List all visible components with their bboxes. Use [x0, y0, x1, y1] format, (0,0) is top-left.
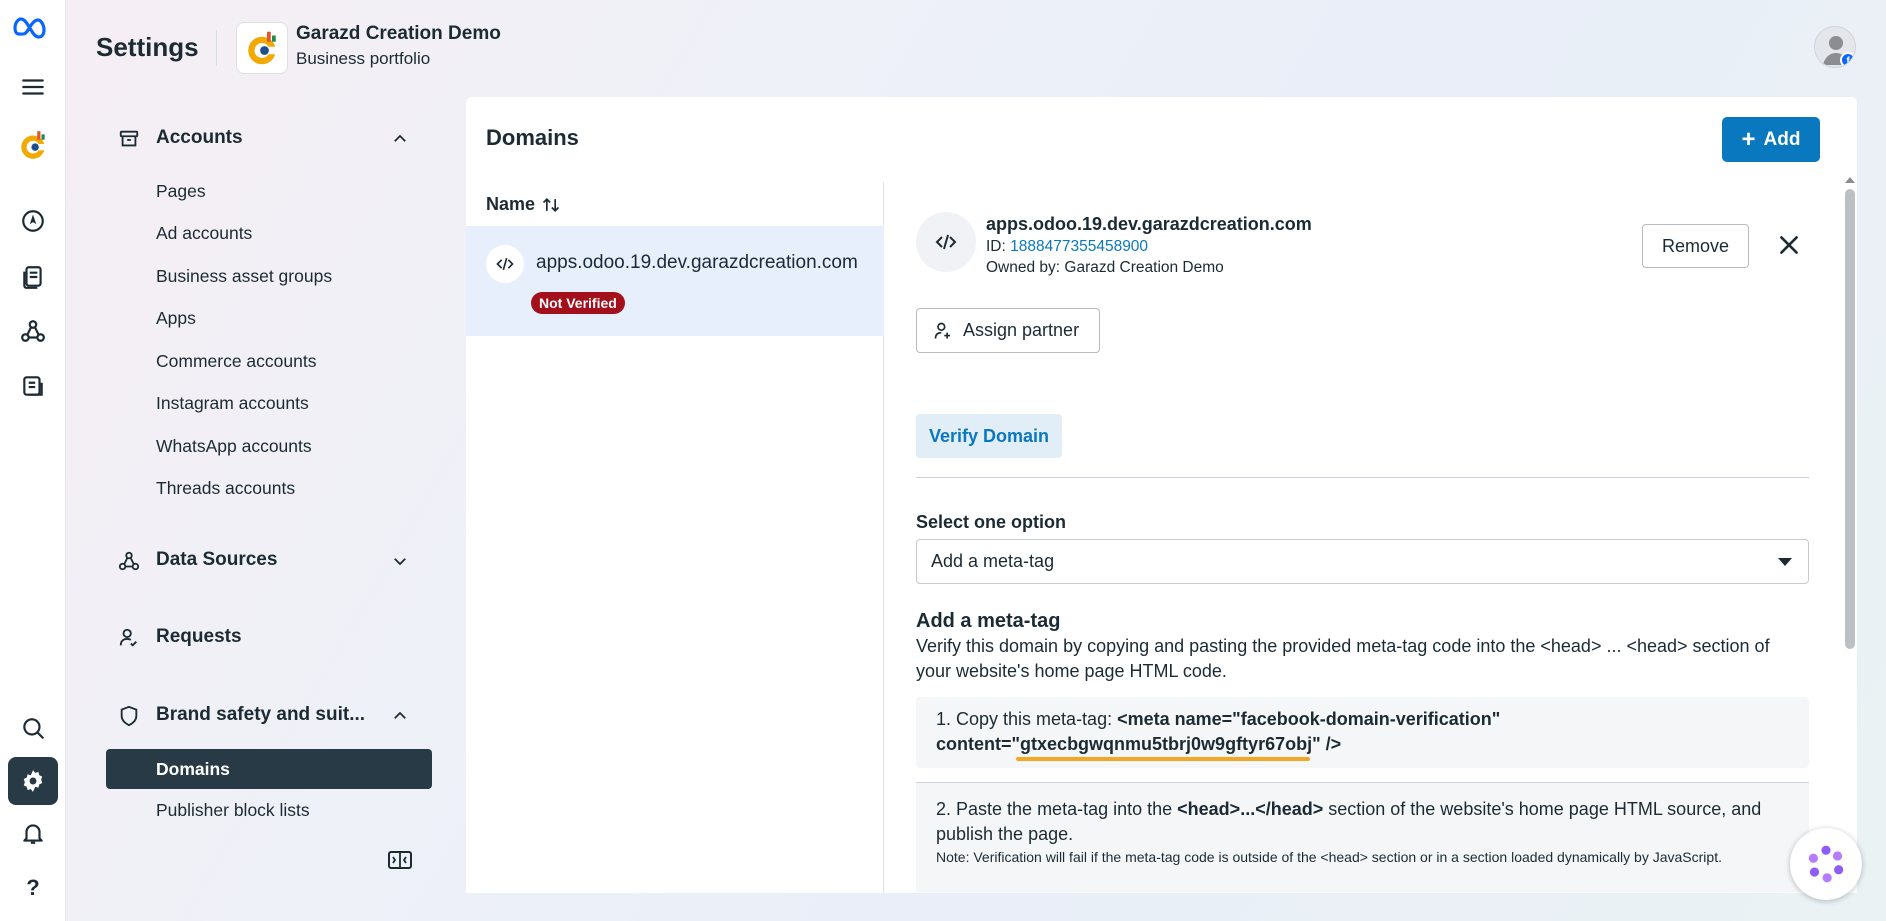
select-label: Select one option [916, 512, 1067, 532]
assign-partner-button[interactable]: Assign partner [916, 308, 1100, 353]
meta-tag-step-1: 1. Copy this meta-tag: <meta name="faceb… [916, 697, 1809, 768]
meta-logo-icon[interactable] [13, 8, 53, 48]
sidebar-item-apps[interactable]: Apps [156, 308, 196, 329]
domain-detail: apps.odoo.19.dev.garazdcreation.com ID: … [916, 182, 1816, 893]
head-tag-code: <head>...</head> [1177, 799, 1324, 819]
notifications-icon[interactable] [13, 813, 53, 853]
top-header: Settings Garazd Creation Demo Business p… [66, 0, 1886, 96]
section-accounts[interactable]: Accounts [96, 116, 446, 160]
pages-icon[interactable] [13, 257, 53, 297]
page-title: Settings [96, 32, 199, 62]
caret-down-icon [1778, 558, 1792, 566]
remove-button[interactable]: Remove [1642, 224, 1749, 268]
method-description: Verify this domain by copying and pastin… [916, 636, 1770, 681]
business-logo[interactable] [236, 22, 288, 74]
chevron-up-icon[interactable] [391, 707, 409, 725]
id-prefix: ID: [986, 238, 1011, 255]
settings-icon[interactable] [8, 757, 58, 805]
sidebar-item-pages[interactable]: Pages [156, 181, 206, 202]
panel-title: Domains [486, 125, 579, 150]
section-label: Data Sources [156, 549, 278, 570]
scrollbar[interactable] [1845, 189, 1855, 649]
sidebar-item-business-asset-groups[interactable]: Business asset groups [156, 266, 332, 287]
divider [916, 477, 1809, 478]
select-value: Add a meta-tag [931, 551, 1055, 571]
sidebar-item-commerce-accounts[interactable]: Commerce accounts [156, 351, 316, 372]
code-icon [486, 245, 524, 283]
verification-method-select[interactable]: Add a meta-tag [916, 539, 1809, 584]
menu-icon[interactable] [13, 67, 53, 107]
sidebar-item-ad-accounts[interactable]: Ad accounts [156, 223, 252, 244]
header-divider [216, 30, 217, 66]
business-subtitle: Business portfolio [296, 49, 431, 68]
section-label: Accounts [156, 127, 243, 148]
settings-sidebar: Accounts Pages Ad accounts Business asse… [96, 100, 446, 900]
detail-owner: Owned by: Garazd Creation Demo [986, 259, 1224, 276]
verify-domain-button[interactable]: Verify Domain [916, 414, 1062, 458]
add-domain-button[interactable]: + Add [1722, 117, 1820, 162]
plus-icon: + [1741, 125, 1756, 153]
section-label: Brand safety and suit... [156, 704, 366, 725]
business-name[interactable]: Garazd Creation Demo [296, 23, 501, 45]
chevron-up-icon[interactable] [391, 130, 409, 148]
section-requests[interactable]: Requests [96, 615, 446, 659]
left-icon-rail: ? [0, 0, 66, 921]
domains-panel: Domains + Add Name apps.odoo.19.dev.gara… [466, 97, 1857, 893]
id-link[interactable]: 1888477355458900 [1010, 238, 1148, 255]
name-column-header[interactable]: Name [486, 194, 561, 215]
code-icon [916, 212, 976, 272]
sort-icon[interactable] [541, 195, 561, 215]
assistant-icon[interactable] [1790, 828, 1862, 900]
meta-tag-code-line1[interactable]: <meta name="facebook-domain-verification… [1117, 709, 1500, 729]
detail-domain-name: apps.odoo.19.dev.garazdcreation.com [986, 214, 1312, 234]
sidebar-item-publisher-block-lists[interactable]: Publisher block lists [156, 800, 310, 821]
scroll-up-arrow[interactable] [1845, 177, 1855, 183]
business-logo-icon[interactable] [13, 125, 53, 165]
sidebar-item-whatsapp-accounts[interactable]: WhatsApp accounts [156, 436, 312, 457]
section-brand-safety[interactable]: Brand safety and suit... [96, 693, 446, 737]
meta-tag-code-line2[interactable]: content="gtxecbgwqnmu5tbrj0w9gftyr67obj"… [936, 734, 1341, 754]
archive-icon [119, 130, 139, 147]
section-data-sources[interactable]: Data Sources [96, 538, 446, 582]
shield-icon [120, 705, 138, 727]
search-icon[interactable] [13, 708, 53, 748]
navigate-icon[interactable] [13, 201, 53, 241]
close-icon[interactable] [1776, 232, 1802, 258]
table-row[interactable]: apps.odoo.19.dev.garazdcreation.com Not … [466, 226, 884, 336]
status-badge: Not Verified [531, 292, 625, 314]
highlight-underline [1016, 757, 1310, 761]
domain-name: apps.odoo.19.dev.garazdcreation.com [536, 252, 858, 273]
step1-prefix: 1. Copy this meta-tag: [936, 709, 1118, 729]
person-add-icon [934, 322, 951, 339]
profile-avatar[interactable]: f [1814, 26, 1856, 68]
step2-note: Note: Verification will fail if the meta… [936, 849, 1722, 865]
method-title: Add a meta-tag [916, 610, 1061, 632]
detail-id: ID: 1888477355458900 [986, 238, 1148, 256]
sidebar-item-domains[interactable]: Domains [106, 749, 432, 789]
column-header-label: Name [486, 194, 536, 214]
step2-prefix: 2. Paste the meta-tag into the [936, 799, 1178, 819]
integrations-icon[interactable] [13, 311, 53, 351]
domain-list: Name apps.odoo.19.dev.garazdcreation.com… [466, 182, 884, 893]
section-label: Requests [156, 626, 242, 647]
help-icon[interactable]: ? [13, 868, 53, 908]
billing-icon[interactable] [13, 366, 53, 406]
chevron-down-icon[interactable] [391, 552, 409, 570]
data-sources-icon [118, 551, 140, 571]
collapse-sidebar-icon[interactable] [388, 850, 412, 870]
sidebar-item-instagram-accounts[interactable]: Instagram accounts [156, 393, 309, 414]
sidebar-item-threads-accounts[interactable]: Threads accounts [156, 478, 295, 499]
add-button-label: Add [1763, 128, 1801, 150]
person-check-icon [119, 628, 137, 647]
assign-label: Assign partner [963, 320, 1080, 340]
meta-tag-step-2: 2. Paste the meta-tag into the <head>...… [916, 782, 1809, 892]
